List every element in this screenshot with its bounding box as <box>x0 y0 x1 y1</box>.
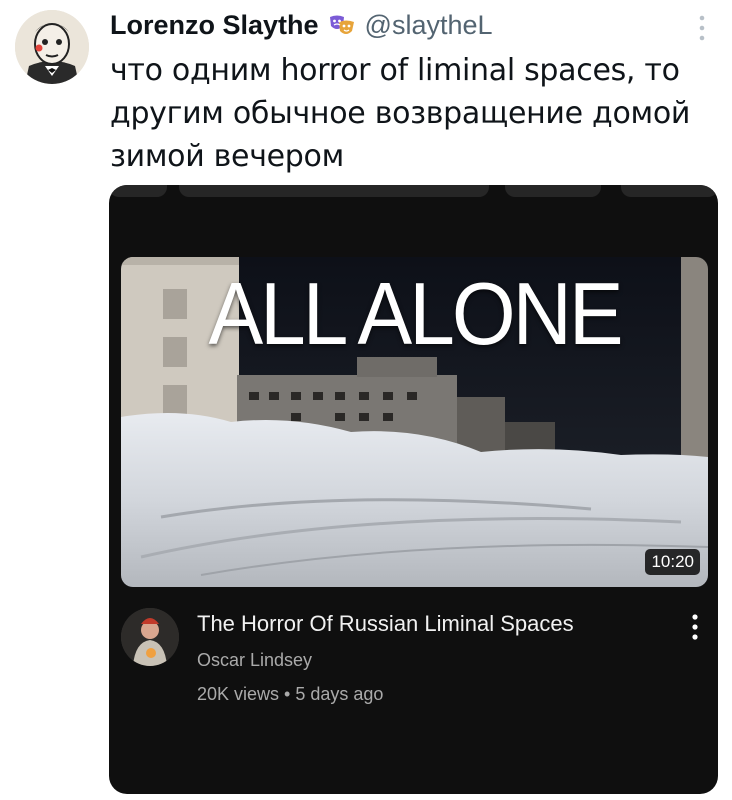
tweet-text-line: что одним horror of liminal spaces, то <box>110 53 680 88</box>
video-meta: 20K views • 5 days ago <box>197 681 383 707</box>
channel-avatar[interactable] <box>121 608 179 666</box>
view-count: 20K views <box>197 684 280 704</box>
video-duration-badge: 10:20 <box>645 549 700 575</box>
meta-separator: • <box>284 684 291 704</box>
channel-name[interactable]: Oscar Lindsey <box>197 647 312 673</box>
author-handle[interactable]: @slaytheL <box>365 8 493 42</box>
more-dots-icon[interactable] <box>690 10 714 46</box>
video-card[interactable]: ALL ALONE 10:20 The Horror Of Russian Li… <box>109 185 718 794</box>
theater-masks-icon <box>327 10 357 40</box>
tweet-text-line: зимой вечером <box>110 139 344 174</box>
tweet-header: Lorenzo Slaythe @slaytheL <box>110 8 493 42</box>
tweet-text: что одним horror of liminal spaces, то д… <box>110 49 710 178</box>
video-thumbnail[interactable]: ALL ALONE 10:20 <box>121 257 708 587</box>
video-title[interactable]: The Horror Of Russian Liminal Spaces <box>197 609 574 639</box>
upload-age: 5 days ago <box>295 684 384 704</box>
card-top-strip <box>109 185 718 199</box>
kebab-menu-icon[interactable] <box>685 611 705 645</box>
author-avatar[interactable] <box>15 10 89 84</box>
thumbnail-title: ALL ALONE <box>208 265 623 364</box>
tweet-text-line: другим обычное возвращение домой <box>110 96 691 131</box>
author-name[interactable]: Lorenzo Slaythe <box>110 8 319 42</box>
